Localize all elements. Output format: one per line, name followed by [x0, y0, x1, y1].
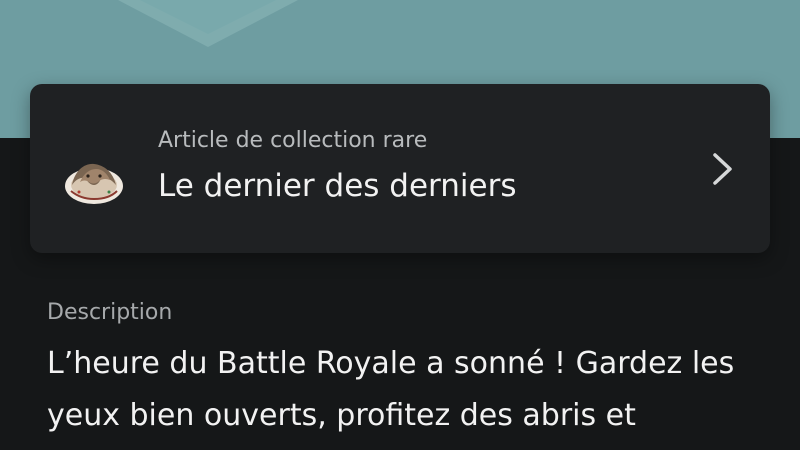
trophy-category: Article de collection rare	[158, 128, 428, 153]
description-text: L’heure du Battle Royale a sonné ! Garde…	[47, 346, 735, 433]
trophy-artwork-icon	[65, 163, 123, 204]
chevron-right-icon[interactable]	[710, 151, 736, 187]
trophy-card[interactable]: Article de collection rare Le dernier de…	[30, 84, 770, 253]
trophy-title: Le dernier des derniers	[158, 168, 517, 204]
trophy-detail-page: Article de collection rare Le dernier de…	[0, 0, 800, 450]
description-label: Description	[47, 300, 173, 325]
chevron-down-icon	[118, 0, 298, 47]
